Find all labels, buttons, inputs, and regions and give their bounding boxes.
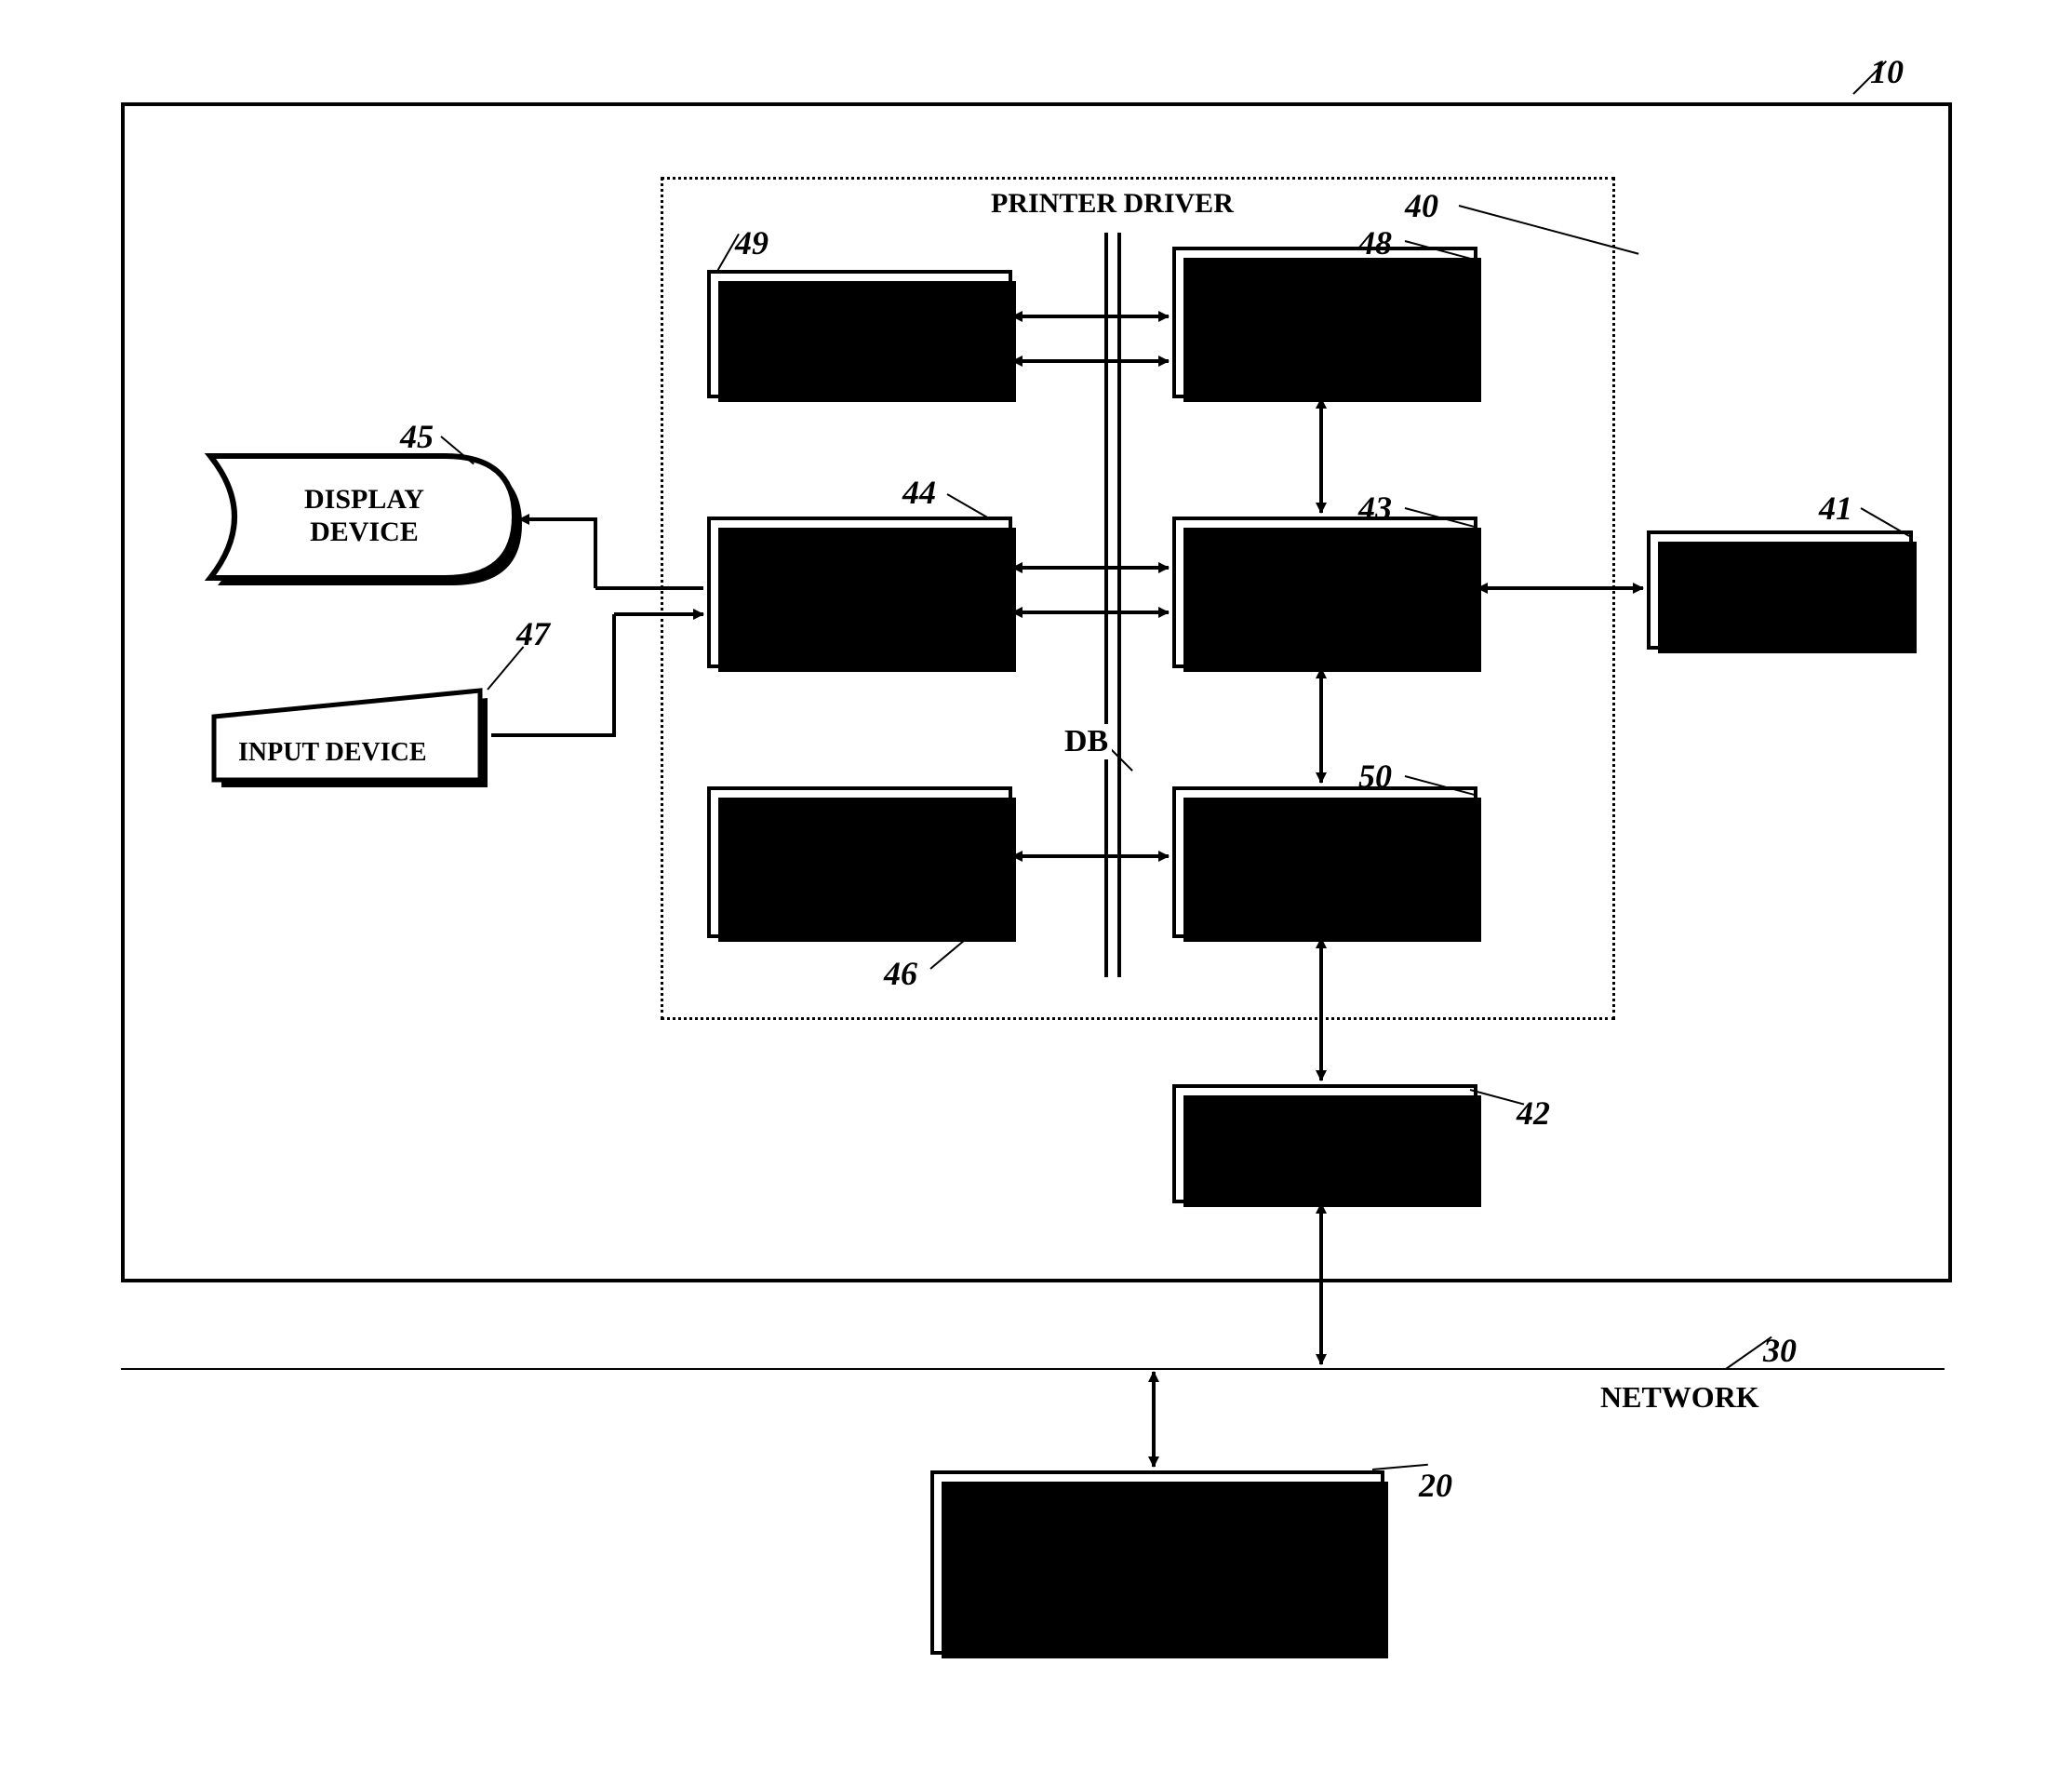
db-line-left bbox=[1104, 233, 1108, 977]
comm-control-num: 50 bbox=[1358, 757, 1392, 796]
input-device-shape bbox=[203, 679, 491, 791]
data-storage-unit-box: DATA STORAGE UNIT bbox=[707, 786, 1012, 938]
db-label: DB bbox=[1061, 724, 1112, 759]
printer-driver-num: 40 bbox=[1405, 186, 1438, 225]
application-box: APPLICATION bbox=[1647, 530, 1913, 650]
image-forming-label: IMAGE FORMING APPARATUS bbox=[1036, 1531, 1279, 1595]
application-label: APPLICATION bbox=[1690, 575, 1870, 605]
communication-num: 42 bbox=[1517, 1094, 1550, 1133]
data-storage-label: DATA STORAGE UNIT bbox=[796, 817, 923, 907]
display-device-num: 45 bbox=[400, 417, 434, 456]
display-device-text: DISPLAY DEVICE bbox=[304, 484, 424, 547]
display-device-label: DISPLAY DEVICE bbox=[304, 484, 424, 548]
data-storage-num: 46 bbox=[884, 954, 917, 993]
system-control-unit-box: SYSTEM CONTROL UNIT bbox=[1172, 517, 1477, 668]
printer-driver-title: PRINTER DRIVER bbox=[991, 188, 1234, 220]
system-control-num: 43 bbox=[1358, 489, 1392, 528]
ui-label: UI UNIT bbox=[809, 577, 910, 607]
pdl-num: 48 bbox=[1358, 223, 1392, 262]
ui-num: 44 bbox=[902, 473, 936, 512]
system-control-label: SYSTEM CONTROL UNIT bbox=[1259, 547, 1391, 638]
network-line bbox=[121, 1368, 1945, 1370]
image-forming-num: 20 bbox=[1419, 1466, 1452, 1505]
ui-unit-box: UI UNIT bbox=[707, 517, 1012, 668]
pdl-label: PDL CONVERSION UNIT bbox=[1237, 277, 1413, 368]
input-device-label: INPUT DEVICE bbox=[238, 738, 427, 768]
communication-unit-box: COMMUNICATION UNIT bbox=[1172, 1084, 1477, 1203]
db-line-right bbox=[1117, 233, 1121, 977]
rasterization-num: 49 bbox=[735, 223, 769, 262]
rasterization-label: RASTERIZATION UNIT bbox=[752, 304, 969, 364]
application-num: 41 bbox=[1819, 489, 1852, 528]
communication-control-unit-box: COMMUNICATION CONTROL UNIT bbox=[1172, 786, 1477, 938]
rasterization-unit-box: RASTERIZATION UNIT bbox=[707, 270, 1012, 398]
comm-control-label: COMMUNICATION CONTROL UNIT bbox=[1214, 821, 1436, 905]
pdl-conversion-unit-box: PDL CONVERSION UNIT bbox=[1172, 247, 1477, 398]
network-label: NETWORK bbox=[1600, 1380, 1759, 1415]
image-forming-apparatus-box: IMAGE FORMING APPARATUS bbox=[930, 1470, 1384, 1655]
communication-label: COMMUNICATION UNIT bbox=[1214, 1116, 1436, 1172]
